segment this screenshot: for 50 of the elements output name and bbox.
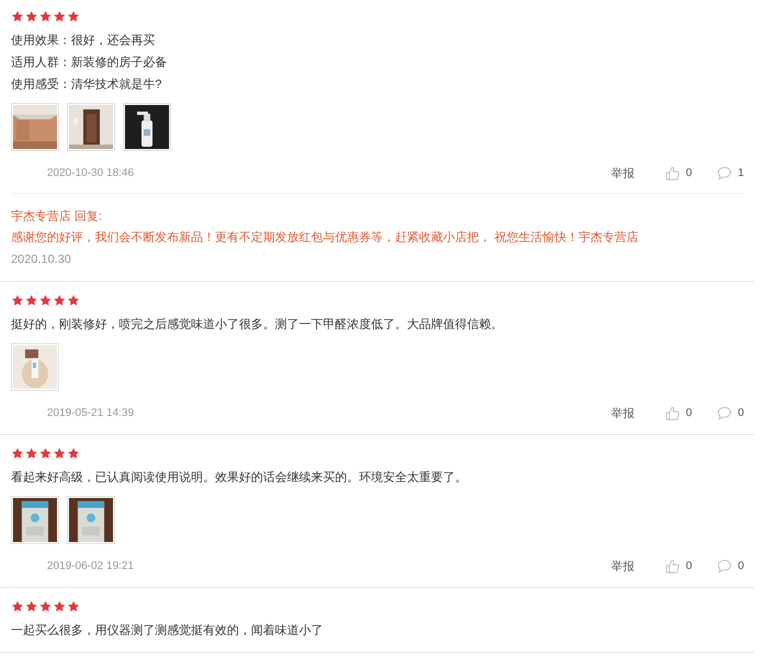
star-icon [25,600,38,613]
like-count: 0 [686,167,692,179]
star-icon [11,447,24,460]
photo-thumbnail[interactable] [123,103,171,151]
star-icon [53,600,66,613]
star-icon [67,10,80,23]
review-text: 使用感受：清华技术就是牛? [11,76,163,93]
photo-thumbnail[interactable] [67,103,115,151]
thumbs-up-icon[interactable] [664,406,680,420]
star-icon [67,294,80,307]
comment-count: 0 [738,407,744,419]
review-date: 2020-10-30 18:46 [47,167,134,179]
review-text: 看起来好高级，已认真阅读使用说明。效果好的话会继续来买的。环境安全太重要了。 [11,469,468,486]
seller-reply-text: 感谢您的好评，我们会不断发布新品！更有不定期发放红包与优惠券等，赶紧收藏小店把， 祝您生活愉快！宇杰专营店 [11,229,638,246]
review-date: 2019-06-02 19:21 [47,560,134,572]
star-icon [53,447,66,460]
review-text: 使用效果：很好，还会再买 [11,32,156,49]
like-count: 0 [686,407,692,419]
photo-thumbnail[interactable] [67,496,115,544]
review-text: 挺好的，刚装修好，喷完之后感觉味道小了很多。测了一下甲醛浓度低了。大品牌值得信赖。 [11,316,504,333]
star-icon [53,10,66,23]
star-icon [39,10,52,23]
star-icon [25,294,38,307]
like-count: 0 [686,560,692,572]
star-icon [39,447,52,460]
star-icon [11,294,24,307]
star-icon [25,447,38,460]
star-icon [11,600,24,613]
review-text: 适用人群：新装修的房子必备 [11,54,168,71]
star-icon [39,600,52,613]
comment-count: 0 [738,560,744,572]
report-link[interactable]: 举报 [610,406,635,420]
photo-thumbnail[interactable] [11,343,59,391]
review-text: 一起买么很多，用仪器测了测感觉挺有效的，闻着味道小了 [11,622,324,639]
star-icon [67,600,80,613]
star-icon [67,447,80,460]
star-icon [53,294,66,307]
thumbs-up-icon[interactable] [664,558,680,574]
photo-thumbnail[interactable] [11,103,59,151]
report-link[interactable]: 举报 [610,558,635,574]
seller-reply-header: 宇杰专营店 回复: [11,208,102,225]
star-icon [25,10,38,23]
star-icon [11,10,24,23]
reply-date: 2020.10.30 [11,251,72,268]
report-link[interactable]: 举报 [610,166,635,180]
photo-thumbnail[interactable] [11,496,59,544]
comment-count: 1 [738,167,744,179]
thumbs-up-icon[interactable] [664,166,680,180]
review-date: 2019-05-21 14:39 [47,407,134,419]
star-icon [39,294,52,307]
